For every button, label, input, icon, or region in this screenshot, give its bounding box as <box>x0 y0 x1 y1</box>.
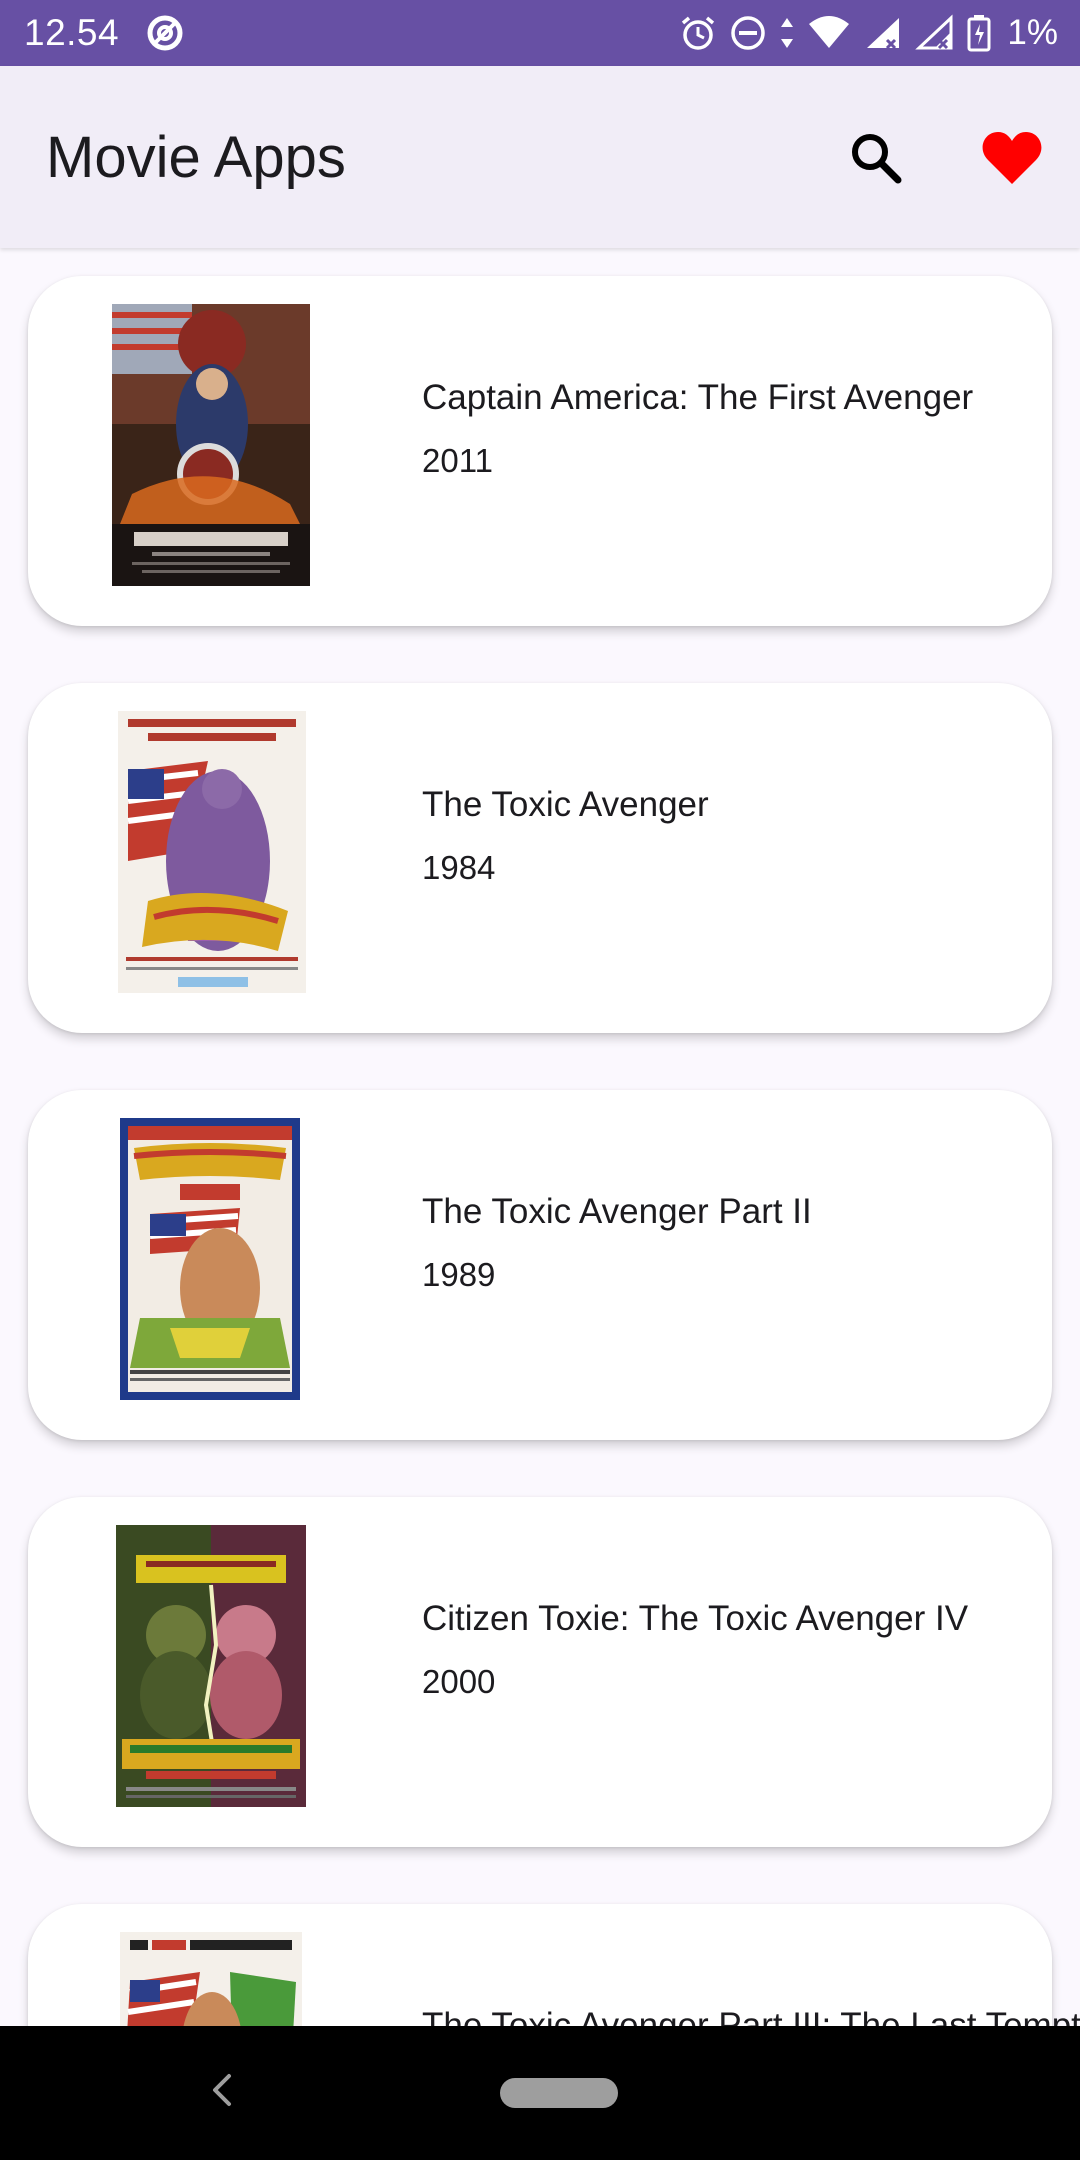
movie-card[interactable]: Captain America: The First Avenger 2011 <box>28 276 1052 626</box>
movie-poster <box>120 1932 302 2026</box>
movie-card[interactable]: Citizen Toxie: The Toxic Avenger IV 2000 <box>28 1497 1052 1847</box>
movie-title: Citizen Toxie: The Toxic Avenger IV <box>422 1599 969 1638</box>
movie-list[interactable]: Captain America: The First Avenger 2011 <box>0 248 1080 2026</box>
heart-icon <box>981 130 1043 191</box>
movie-year: 1984 <box>422 849 496 886</box>
favorites-button[interactable] <box>976 124 1048 196</box>
search-icon <box>848 130 904 191</box>
status-time: 12.54 <box>24 12 120 53</box>
at-sign-icon <box>145 13 185 53</box>
battery-percent: 1% <box>1007 13 1058 52</box>
chevron-left-icon <box>209 2072 235 2113</box>
movie-poster <box>116 1525 306 1807</box>
movie-title: The Toxic Avenger <box>422 785 709 824</box>
wifi-icon <box>807 14 851 52</box>
movie-poster <box>112 304 310 586</box>
movie-year: 2000 <box>422 1663 496 1700</box>
data-arrows-icon <box>779 14 795 52</box>
top-app-bar: Movie Apps <box>0 66 1080 248</box>
movie-year: 2011 <box>422 442 493 479</box>
battery-icon <box>967 14 991 52</box>
movie-card[interactable]: The Toxic Avenger 1984 <box>28 683 1052 1033</box>
search-button[interactable] <box>840 124 912 196</box>
movie-poster <box>118 711 306 993</box>
movie-poster <box>120 1118 300 1400</box>
movie-title: The Toxic Avenger Part II <box>422 1192 812 1231</box>
app-title: Movie Apps <box>46 125 346 190</box>
alarm-icon <box>679 14 717 52</box>
status-bar: 12.54 1% <box>0 0 1080 66</box>
movie-title: Captain America: The First Avenger <box>422 378 974 417</box>
signal-icon <box>863 14 903 52</box>
home-button[interactable] <box>500 2078 618 2108</box>
back-button[interactable] <box>200 2070 244 2114</box>
movie-card[interactable]: The Toxic Avenger Part II 1989 <box>28 1090 1052 1440</box>
movie-title: The Toxic Avenger Part III: The Last Tem… <box>422 2006 1080 2026</box>
system-navigation-bar <box>0 2026 1080 2160</box>
signal-icon-2 <box>915 14 955 52</box>
movie-card[interactable]: The Toxic Avenger Part III: The Last Tem… <box>28 1904 1080 2026</box>
movie-year: 1989 <box>422 1256 496 1293</box>
do-not-disturb-icon <box>729 14 767 52</box>
